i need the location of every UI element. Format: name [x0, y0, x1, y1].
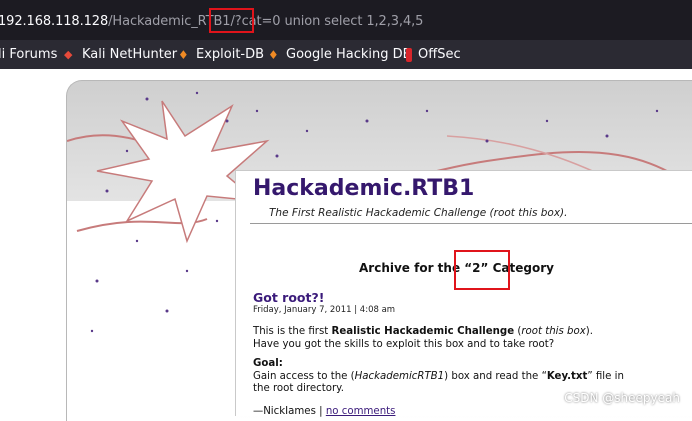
archive-prefix: Archive for the	[359, 261, 465, 275]
bookmark-exploit-db[interactable]: ♦ Exploit-DB	[178, 47, 264, 62]
address-bar[interactable]: 192.168.118.128/Hackademic_RTB1/?cat=0 u…	[0, 0, 692, 40]
post-intro: This is the first Realistic Hackademic C…	[253, 326, 643, 351]
blog-content-panel: Hackademic.RTB1 The First Realistic Hack…	[235, 170, 692, 417]
bookmarks-toolbar: li Forums ◆ Kali NetHunter ♦ Exploit-DB …	[0, 40, 692, 69]
bookmark-offsec[interactable]: OffSec	[406, 47, 461, 62]
post-title-link[interactable]: Got root?!	[253, 290, 324, 305]
exploit-db-icon: ♦	[178, 47, 189, 62]
post-author: —NickIames	[253, 406, 316, 417]
url-query: union select 1,2,3,4,5	[280, 14, 424, 29]
goal-text: ) box and read the “	[444, 370, 547, 382]
intro-line2: Have you got the skills to exploit this …	[253, 338, 555, 350]
comments-link[interactable]: no comments	[326, 406, 396, 417]
intro-text: ).	[585, 326, 593, 337]
post-meta: —NickIames | no comments	[253, 406, 395, 417]
header-divider	[250, 223, 692, 224]
post-date: Friday, January 7, 2011 | 4:08 am	[253, 305, 396, 315]
url-param-highlight-box	[209, 8, 254, 33]
bookmark-label: Exploit-DB	[196, 47, 265, 62]
bookmark-label: Google Hacking DB	[286, 47, 412, 62]
url-host: 192.168.118.128	[0, 14, 109, 29]
goal-heading: Goal:	[253, 358, 283, 369]
site-subtitle: The First Realistic Hackademic Challenge…	[269, 207, 568, 219]
intro-bold: Realistic Hackademic Challenge	[331, 326, 515, 337]
kali-nethunter-icon: ◆	[64, 47, 73, 61]
intro-text: This is the first	[253, 326, 332, 337]
post-goal: Goal: Gain access to the (HackademicRTB1)…	[253, 358, 643, 396]
csdn-watermark: CSDN @sheepyeah	[564, 391, 680, 405]
bookmark-kali-forums[interactable]: li Forums	[0, 47, 57, 62]
goal-bold: Key.txt	[546, 370, 588, 382]
bookmark-label: li Forums	[0, 47, 58, 62]
site-title[interactable]: Hackademic.RTB1	[253, 176, 474, 201]
meta-separator: |	[315, 406, 326, 417]
category-highlight-box	[454, 250, 510, 290]
ghdb-icon: ♦	[268, 47, 279, 62]
bookmark-kali-nethunter[interactable]: ◆ Kali NetHunter	[64, 47, 177, 62]
offsec-icon	[406, 47, 412, 62]
bookmark-label: OffSec	[418, 47, 461, 62]
bookmark-google-hacking-db[interactable]: ♦ Google Hacking DB	[268, 47, 412, 62]
goal-text: Gain access to the (	[253, 370, 355, 382]
goal-italic: HackademicRTB1	[354, 370, 445, 382]
bookmark-label: Kali NetHunter	[82, 47, 178, 62]
intro-italic: root this box	[521, 326, 586, 337]
web-page: Hackademic.RTB1 The First Realistic Hack…	[0, 69, 692, 421]
